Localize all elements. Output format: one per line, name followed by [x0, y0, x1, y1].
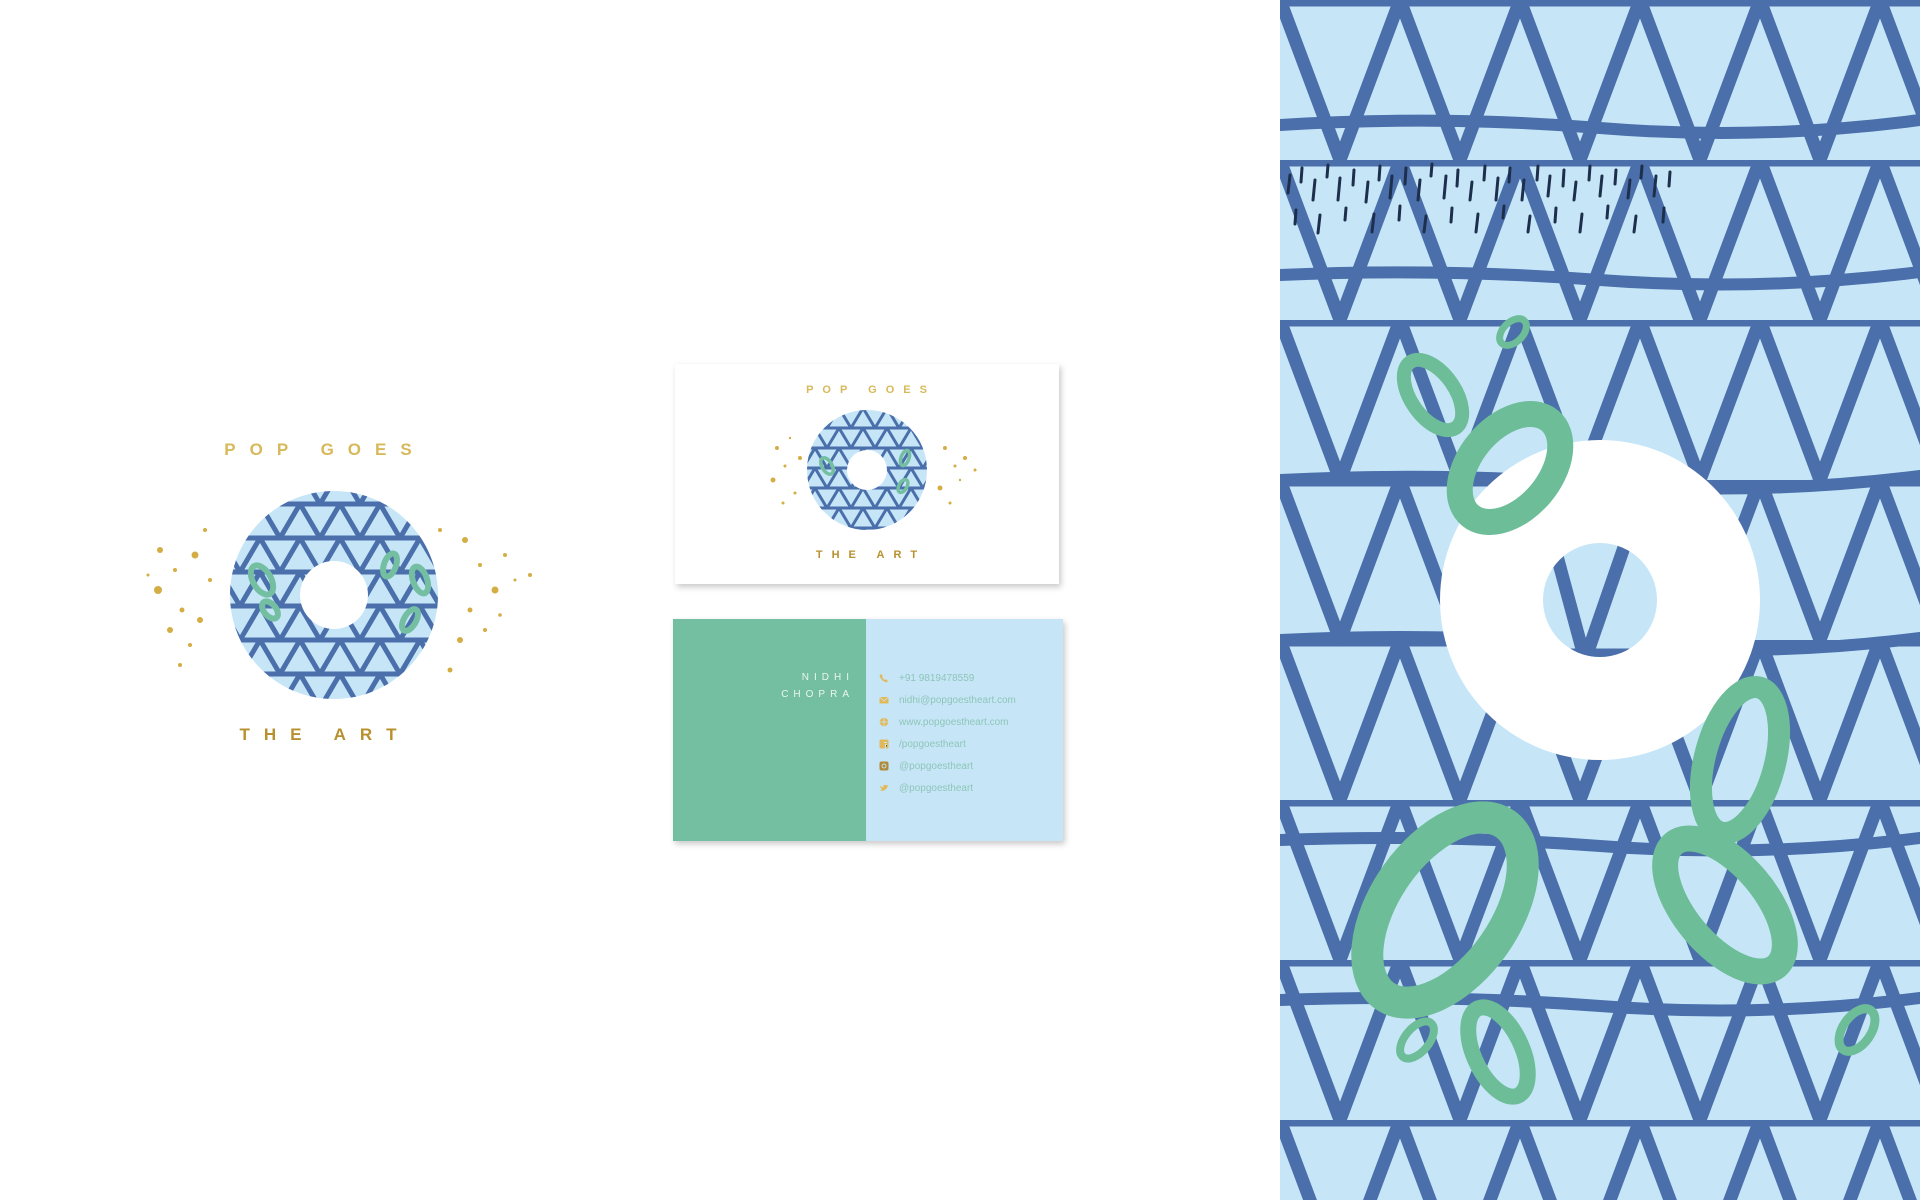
brand-presentation: POP GOES THE ART POP GOES THE ART NIDHI …	[0, 0, 1920, 1200]
contact-text: @popgoestheart	[899, 782, 974, 794]
contact-text: www.popgoestheart.com	[899, 716, 1009, 728]
contact-row-twitter: @popgoestheart	[866, 777, 1063, 799]
card-donut-logo-mark	[770, 410, 977, 530]
donut-logo-mark	[146, 491, 532, 699]
contact-text: nidhi@popgoestheart.com	[899, 694, 1016, 706]
brand-pattern-panel	[1280, 0, 1920, 1200]
card-holder-name: NIDHI CHOPRA	[781, 669, 854, 703]
contact-text: @popgoestheart	[899, 760, 974, 772]
contact-text: +91 9819478559	[899, 672, 975, 684]
facebook-icon	[879, 739, 889, 749]
business-card-back: NIDHI CHOPRA +91 9819478559 nidhi@popgoe…	[673, 619, 1063, 841]
triangle-pattern	[1280, 0, 1920, 1200]
card-contact-panel: +91 9819478559 nidhi@popgoestheart.com w…	[866, 619, 1063, 841]
contact-row-email: nidhi@popgoestheart.com	[866, 689, 1063, 711]
business-card-front: POP GOES THE ART	[675, 364, 1059, 584]
card-logo-top-text: POP GOES	[806, 384, 936, 396]
card-name-panel: NIDHI CHOPRA	[673, 619, 866, 841]
mail-icon	[879, 696, 889, 704]
instagram-icon	[879, 761, 889, 771]
contact-row-facebook: /popgoestheart	[866, 733, 1063, 755]
phone-icon	[879, 674, 888, 683]
card-logo-bottom-text: THE ART	[815, 549, 927, 561]
globe-icon	[879, 717, 889, 727]
main-logo: POP GOES THE ART	[120, 430, 550, 760]
contact-text: /popgoestheart	[899, 738, 966, 750]
contact-row-instagram: @popgoestheart	[866, 755, 1063, 777]
contact-row-phone: +91 9819478559	[866, 667, 1063, 689]
twitter-icon	[880, 784, 888, 791]
last-name: CHOPRA	[781, 689, 854, 700]
contact-row-website: www.popgoestheart.com	[866, 711, 1063, 733]
logo-bottom-text: THE ART	[239, 725, 411, 744]
first-name: NIDHI	[801, 672, 854, 683]
logo-top-text: POP GOES	[224, 440, 426, 459]
